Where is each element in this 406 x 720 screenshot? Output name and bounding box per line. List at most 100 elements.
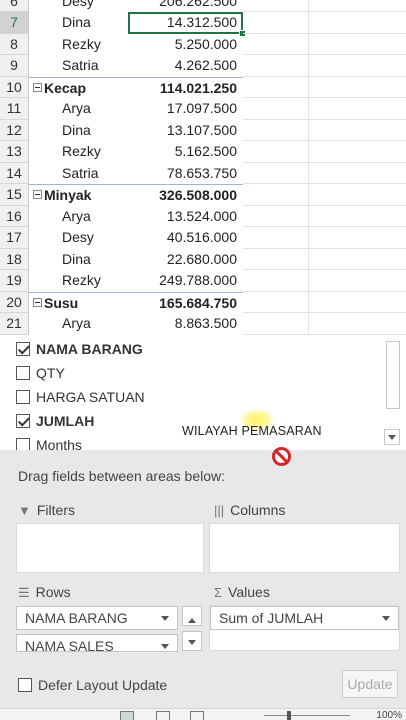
field-qty[interactable]: QTY (16, 362, 65, 384)
empty-cell[interactable] (309, 249, 406, 270)
empty-cell[interactable] (243, 248, 309, 270)
value-cell[interactable]: 326.508.000 (128, 184, 243, 206)
row-header[interactable]: 20 (0, 291, 29, 313)
row-header[interactable]: 15 (0, 184, 29, 206)
rows-drop-area[interactable]: NAMA BARANG NAMA SALES (16, 605, 204, 652)
page-break-view-icon[interactable] (190, 711, 204, 720)
row-header[interactable]: 21 (0, 313, 29, 335)
defer-layout-update[interactable]: Defer Layout Update (18, 677, 167, 693)
value-cell[interactable]: 165.684.750 (128, 291, 243, 314)
update-button[interactable]: Update (342, 670, 398, 698)
row-header[interactable]: 6 (0, 0, 29, 12)
field-months[interactable]: Months (16, 434, 82, 450)
item-label-cell[interactable]: Rezky (29, 141, 128, 163)
empty-cell[interactable] (309, 292, 406, 313)
value-cell[interactable]: 4.262.500 (128, 55, 243, 77)
checkbox-icon[interactable] (16, 390, 30, 404)
row-header[interactable]: 8 (0, 33, 29, 55)
row-header[interactable]: 12 (0, 119, 29, 141)
item-label-cell[interactable]: Satria (29, 55, 128, 77)
field-jumlah[interactable]: JUMLAH (16, 410, 94, 432)
value-cell[interactable]: 22.680.000 (128, 249, 243, 271)
empty-cell[interactable] (309, 184, 406, 206)
item-label-cell[interactable]: Arya (29, 313, 128, 335)
normal-view-icon[interactable] (120, 711, 134, 720)
empty-cell[interactable] (309, 227, 406, 249)
checkbox-icon[interactable] (16, 438, 30, 450)
empty-cell[interactable] (243, 55, 309, 77)
empty-cell[interactable] (309, 77, 406, 98)
row-header[interactable]: 19 (0, 270, 29, 292)
empty-cell[interactable] (243, 184, 309, 206)
field-nama-barang[interactable]: NAMA BARANG (16, 338, 143, 360)
rows-scroll-up[interactable] (182, 606, 202, 626)
value-cell[interactable]: 17.097.500 (128, 98, 243, 120)
empty-cell[interactable] (243, 270, 309, 292)
row-header[interactable]: 10 (0, 76, 29, 98)
empty-cell[interactable] (309, 98, 406, 120)
empty-cell[interactable] (243, 0, 309, 12)
rows-item-nama-sales[interactable]: NAMA SALES (16, 634, 178, 652)
row-header[interactable]: 14 (0, 162, 29, 184)
empty-cell[interactable] (309, 163, 406, 184)
empty-cell[interactable] (243, 205, 309, 227)
empty-cell[interactable] (309, 12, 406, 34)
zoom-level[interactable]: 100% (376, 710, 402, 720)
value-cell[interactable]: 13.107.500 (128, 120, 243, 142)
empty-cell[interactable] (243, 76, 309, 98)
collapse-icon[interactable] (33, 82, 42, 92)
checkbox-icon[interactable] (16, 342, 30, 356)
item-label-cell[interactable]: Dina (29, 249, 128, 271)
value-cell[interactable]: 40.516.000 (128, 227, 243, 249)
value-cell[interactable]: 78.653.750 (128, 163, 243, 185)
empty-cell[interactable] (243, 162, 309, 184)
columns-drop-area[interactable] (209, 523, 400, 573)
rows-scroll-down[interactable] (182, 631, 202, 651)
empty-cell[interactable] (243, 119, 309, 141)
empty-cell[interactable] (309, 120, 406, 141)
group-label-cell[interactable]: Minyak (29, 184, 128, 206)
empty-cell[interactable] (309, 141, 406, 163)
empty-cell[interactable] (243, 33, 309, 55)
chevron-down-icon[interactable] (161, 616, 169, 625)
value-cell[interactable]: 206.262.500 (128, 0, 243, 12)
collapse-icon[interactable] (33, 190, 42, 199)
values-drop-area[interactable]: Sum of JUMLAH (209, 605, 400, 651)
rows-item-nama-barang[interactable]: NAMA BARANG (16, 606, 178, 630)
page-layout-view-icon[interactable] (156, 711, 170, 720)
row-header[interactable]: 16 (0, 205, 29, 227)
empty-cell[interactable] (243, 313, 309, 335)
value-cell[interactable]: 5.162.500 (128, 141, 243, 163)
row-header[interactable]: 17 (0, 227, 29, 249)
group-label-cell[interactable]: Kecap (29, 76, 128, 99)
row-header[interactable]: 9 (0, 55, 29, 77)
item-label-cell[interactable]: Arya (29, 206, 128, 228)
item-label-cell[interactable]: Dina (29, 120, 128, 142)
field-harga-satuan[interactable]: HARGA SATUAN (16, 386, 145, 408)
empty-cell[interactable] (309, 270, 406, 292)
chevron-down-icon[interactable] (384, 429, 400, 445)
item-label-cell[interactable]: Arya (29, 98, 128, 120)
empty-cell[interactable] (309, 55, 406, 77)
chevron-down-icon[interactable] (161, 644, 169, 651)
chevron-down-icon[interactable] (382, 616, 390, 625)
item-label-cell[interactable]: Desy (29, 227, 128, 249)
empty-cell[interactable] (243, 12, 309, 34)
filters-drop-area[interactable] (16, 523, 204, 573)
item-label-cell[interactable]: Rezky (29, 34, 128, 56)
collapse-icon[interactable] (33, 297, 42, 307)
empty-cell[interactable] (309, 313, 406, 335)
zoom-slider[interactable] (264, 715, 350, 716)
empty-cell[interactable] (309, 0, 406, 12)
empty-cell[interactable] (309, 206, 406, 227)
row-header[interactable]: 18 (0, 248, 29, 270)
empty-cell[interactable] (243, 291, 309, 313)
row-header[interactable]: 7 (0, 12, 29, 34)
value-cell[interactable]: 114.021.250 (128, 76, 243, 99)
spreadsheet-grid[interactable]: 6 Desy 206.262.500 7 Dina 14.312.500 8 Rezky 5.2… (0, 0, 406, 337)
empty-cell[interactable] (309, 34, 406, 55)
row-header[interactable]: 11 (0, 98, 29, 120)
empty-cell[interactable] (243, 141, 309, 163)
field-list-scrollbar[interactable] (386, 341, 400, 409)
value-cell[interactable]: 249.788.000 (128, 270, 243, 292)
